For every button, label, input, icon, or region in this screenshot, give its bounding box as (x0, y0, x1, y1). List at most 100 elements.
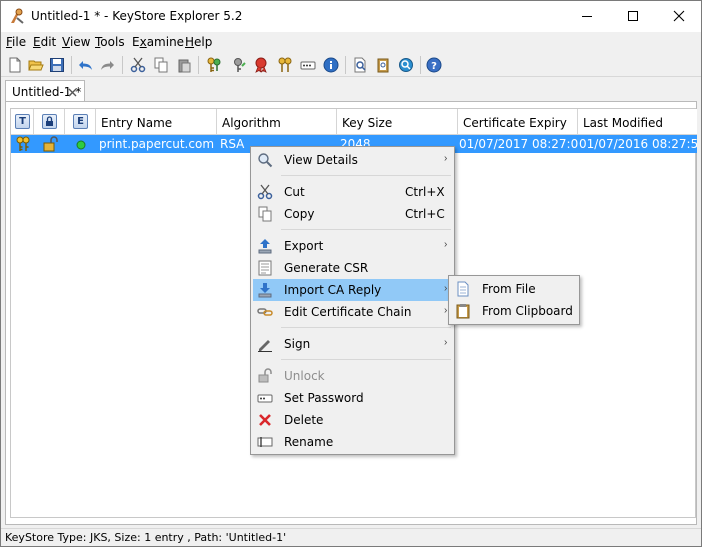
examine-clipboard-icon[interactable] (373, 55, 393, 75)
sign-pen-icon (257, 336, 273, 352)
set-password-icon[interactable] (298, 55, 318, 75)
menu-item-sign[interactable]: Sign › (253, 333, 452, 355)
menu-item-copy[interactable]: Copy Ctrl+C (253, 203, 452, 225)
chain-icon (257, 304, 273, 320)
column-entry-name[interactable]: Entry Name (96, 109, 217, 135)
menu-item-view-details[interactable]: View Details › (253, 149, 452, 171)
accelerator-label: Ctrl+X (405, 185, 445, 199)
column-header-label: Entry Name (101, 116, 173, 130)
table-header: T E Entry Name Algorithm Key Size Certif… (11, 109, 697, 135)
accelerator-label: Ctrl+C (405, 207, 445, 221)
generate-keypair-icon[interactable] (204, 55, 224, 75)
copy-icon (257, 206, 273, 222)
examine-ssl-icon[interactable] (396, 55, 416, 75)
column-header-label: Last Modified (583, 116, 664, 130)
help-icon[interactable]: ? (424, 55, 444, 75)
maximize-button[interactable] (610, 1, 656, 31)
paste-icon[interactable] (174, 55, 194, 75)
delete-x-icon (257, 412, 273, 428)
entry-type-column-icon: T (15, 114, 30, 129)
magnifier-icon (257, 152, 273, 168)
menu-item-rename[interactable]: Rename (253, 431, 452, 453)
import-keypair-icon[interactable] (275, 55, 295, 75)
submenu-arrow-icon: › (444, 153, 448, 164)
entry-context-menu: View Details › Cut Ctrl+X Copy Ctrl+C Ex… (250, 146, 455, 455)
certificate-expiry-cell: 01/07/2017 08:27:06 ... (459, 137, 578, 151)
column-last-modified[interactable]: Last Modified (578, 109, 697, 135)
menu-item-export[interactable]: Export › (253, 235, 452, 257)
cut-icon[interactable] (128, 55, 148, 75)
column-key-size[interactable]: Key Size (337, 109, 458, 135)
menu-item-generate-csr[interactable]: Generate CSR (253, 257, 452, 279)
menu-help[interactable]: Help (185, 35, 212, 49)
menu-view[interactable]: View (62, 35, 90, 49)
valid-status-icon (76, 139, 86, 153)
unlock-icon (257, 368, 273, 384)
menu-item-from-file[interactable]: From File (451, 278, 577, 300)
column-header-label: Key Size (342, 116, 393, 130)
entry-name-cell: print.papercut.com (99, 137, 215, 151)
column-lock[interactable] (34, 109, 65, 135)
import-ca-reply-submenu: From File From Clipboard (448, 275, 580, 325)
column-header-label: Algorithm (222, 116, 281, 130)
column-expiry-status[interactable]: E (65, 109, 96, 135)
column-certificate-expiry[interactable]: Certificate Expiry (458, 109, 578, 135)
menu-file[interactable]: File (6, 35, 26, 49)
import-trusted-cert-icon[interactable] (251, 55, 271, 75)
last-modified-cell: 01/07/2016 08:27:51... (579, 137, 697, 151)
lock-column-icon (42, 114, 57, 129)
entry-type-cell (11, 135, 34, 153)
save-icon[interactable] (47, 55, 67, 75)
import-icon (257, 282, 273, 298)
redo-icon[interactable] (97, 55, 117, 75)
status-text: KeyStore Type: JKS, Size: 1 entry , Path… (5, 531, 287, 544)
submenu-arrow-icon: › (444, 337, 448, 348)
menu-item-edit-certificate-chain[interactable]: Edit Certificate Chain › (253, 301, 452, 323)
menu-tools[interactable]: Tools (95, 35, 125, 49)
clipboard-icon (455, 303, 471, 319)
file-icon (455, 281, 471, 297)
examine-file-icon[interactable] (350, 55, 370, 75)
menu-item-import-ca-reply[interactable]: Import CA Reply › (253, 279, 452, 301)
minimize-button[interactable] (564, 1, 610, 31)
undo-icon[interactable] (76, 55, 96, 75)
expiry-status-cell (65, 135, 96, 153)
password-field-icon (257, 390, 273, 406)
export-icon (257, 238, 273, 254)
close-button[interactable] (656, 1, 701, 31)
rename-icon (257, 434, 273, 450)
column-header-label: Certificate Expiry (463, 116, 567, 130)
csr-document-icon (257, 260, 273, 276)
menu-edit[interactable]: Edit (33, 35, 56, 49)
submenu-arrow-icon: › (444, 305, 448, 316)
unlocked-icon (42, 136, 58, 153)
menu-item-unlock: Unlock (253, 365, 452, 387)
tab-close-icon[interactable] (68, 86, 77, 100)
menu-item-set-password[interactable]: Set Password (253, 387, 452, 409)
generate-secret-key-icon[interactable] (228, 55, 248, 75)
properties-icon[interactable] (321, 55, 341, 75)
lock-status-cell (34, 135, 65, 153)
menu-bar: File Edit View Tools Examine Help (1, 32, 701, 52)
tab-untitled-1[interactable]: Untitled-1 * (5, 80, 85, 102)
expiry-column-icon: E (73, 114, 88, 129)
keystore-app-icon (8, 8, 26, 26)
submenu-arrow-icon: › (444, 283, 448, 294)
copy-icon[interactable] (151, 55, 171, 75)
svg-text:?: ? (431, 61, 437, 72)
open-icon[interactable] (26, 55, 46, 75)
submenu-arrow-icon: › (444, 239, 448, 250)
menu-examine[interactable]: Examine (132, 35, 184, 49)
column-type[interactable]: T (11, 109, 34, 135)
window-title: Untitled-1 * - KeyStore Explorer 5.2 (31, 9, 243, 23)
new-icon[interactable] (5, 55, 25, 75)
column-algorithm[interactable]: Algorithm (217, 109, 337, 135)
toolbar: ? (1, 52, 701, 77)
title-bar[interactable]: Untitled-1 * - KeyStore Explorer 5.2 (1, 1, 701, 32)
keypair-entry-icon (15, 136, 31, 153)
status-bar: KeyStore Type: JKS, Size: 1 entry , Path… (1, 528, 701, 546)
menu-item-delete[interactable]: Delete (253, 409, 452, 431)
menu-item-from-clipboard[interactable]: From Clipboard (451, 300, 577, 322)
cut-icon (257, 184, 273, 200)
menu-item-cut[interactable]: Cut Ctrl+X (253, 181, 452, 203)
